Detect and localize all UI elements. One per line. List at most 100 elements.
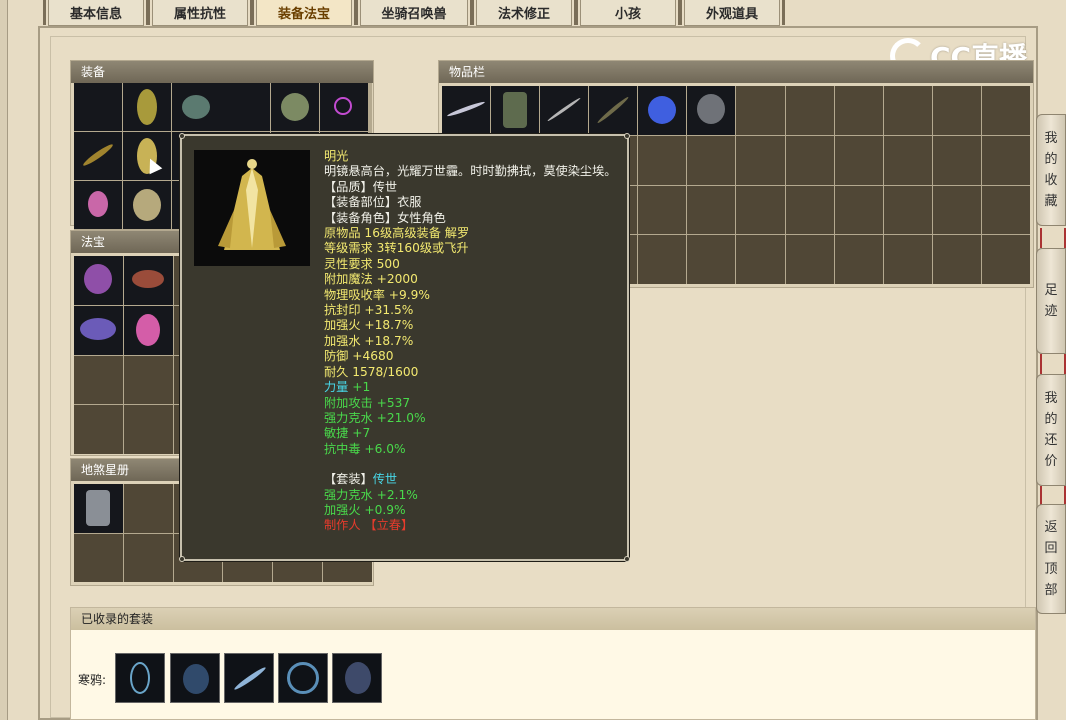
item-spirit-req: 灵性要求 500 <box>324 256 400 271</box>
item-maker: 制作人 【立春】 <box>324 518 414 533</box>
suit-item[interactable] <box>115 653 165 703</box>
inventory-slot[interactable] <box>540 86 589 135</box>
my-favorites-button[interactable]: 我的收藏 <box>1036 114 1066 226</box>
tab-child[interactable]: 小孩 <box>575 0 681 26</box>
inventory-slot[interactable] <box>736 185 785 235</box>
inventory-title: 物品栏 <box>439 61 1033 83</box>
inventory-slot[interactable] <box>932 135 981 185</box>
side-separator <box>1040 486 1066 506</box>
star-slot[interactable] <box>123 533 173 582</box>
inventory-slot[interactable] <box>834 235 883 284</box>
inventory-slot[interactable] <box>932 235 981 284</box>
tab-bar: 基本信息 属性抗性 装备法宝 坐骑召唤兽 法术修正 小孩 外观道具 <box>40 0 1040 26</box>
stat-line: 抗封印 +31.5% <box>324 303 414 318</box>
treasure-slot[interactable] <box>123 305 173 355</box>
item-role: 【装备角色】女性角色 <box>324 210 446 225</box>
inventory-slot[interactable] <box>785 185 834 235</box>
treasure-slot[interactable] <box>123 355 173 405</box>
inventory-slot[interactable] <box>491 86 540 135</box>
stat-line: 加强火 +18.7% <box>324 318 414 333</box>
treasure-slot[interactable] <box>74 305 123 355</box>
set-stat-line: 强力克水 +2.1% <box>324 487 418 502</box>
suit-item[interactable] <box>332 653 382 703</box>
inventory-slot[interactable] <box>932 86 981 135</box>
inventory-slot[interactable] <box>736 235 785 284</box>
set-line: 【套装】传世 <box>324 472 398 487</box>
suit-item[interactable] <box>278 653 328 703</box>
robe-icon <box>218 159 286 250</box>
inventory-slot[interactable] <box>442 86 491 135</box>
suits-panel: 已收录的套装 寒鸦: <box>70 607 1036 720</box>
inventory-slot[interactable] <box>883 135 932 185</box>
inventory-slot[interactable] <box>638 185 687 235</box>
equip-slot-boots[interactable] <box>123 181 171 229</box>
inventory-slot[interactable] <box>883 86 932 135</box>
inventory-slot[interactable] <box>981 135 1030 185</box>
inventory-slot[interactable] <box>687 185 736 235</box>
tooltip-corner <box>624 133 630 139</box>
equip-slot-armor[interactable] <box>123 132 171 180</box>
item-name: 明光 <box>324 149 349 163</box>
tab-attributes[interactable]: 属性抗性 <box>147 0 253 26</box>
stat-line: 物理吸收率 +9.9% <box>324 287 430 302</box>
inventory-slot[interactable] <box>785 235 834 284</box>
stat-line: 耐久 1578/1600 <box>324 364 419 379</box>
tab-mounts[interactable]: 坐骑召唤兽 <box>355 0 473 26</box>
suit-item[interactable] <box>170 653 220 703</box>
stat-line: 敏捷 +7 <box>324 426 371 441</box>
equip-slot-charm[interactable] <box>74 181 122 229</box>
inventory-slot[interactable] <box>981 235 1030 284</box>
inventory-slot[interactable] <box>589 86 638 135</box>
equip-slot-necklace[interactable] <box>172 83 270 131</box>
inventory-slot[interactable] <box>687 86 736 135</box>
equipment-title: 装备 <box>71 61 373 83</box>
equip-slot-weapon[interactable] <box>74 132 122 180</box>
inventory-slot[interactable] <box>834 135 883 185</box>
my-bargain-button[interactable]: 我的还价 <box>1036 374 1066 486</box>
stat-line: 抗中毒 +6.0% <box>324 441 406 456</box>
inventory-slot[interactable] <box>981 185 1030 235</box>
equip-slot-wing[interactable] <box>271 83 319 131</box>
inventory-slot[interactable] <box>785 135 834 185</box>
star-slot[interactable] <box>74 484 123 533</box>
item-slot: 【装备部位】衣服 <box>324 195 422 210</box>
inventory-slot[interactable] <box>785 86 834 135</box>
back-to-top-button[interactable]: 返回顶部 <box>1036 504 1066 614</box>
inventory-slot[interactable] <box>932 185 981 235</box>
inventory-slot[interactable] <box>638 235 687 284</box>
tooltip-corner <box>179 556 185 562</box>
tooltip-corner <box>179 133 185 139</box>
footprints-button[interactable]: 足迹 <box>1036 248 1066 354</box>
equip-slot-ring[interactable] <box>320 83 368 131</box>
tab-spells[interactable]: 法术修正 <box>471 0 577 26</box>
stat-line-strength: 力量 +1 <box>324 380 371 395</box>
treasure-slot[interactable] <box>123 405 173 454</box>
treasure-slot[interactable] <box>74 405 123 454</box>
tooltip-text: 明光 明镜悬高台，光耀万世霾。时时勤拂拭，莫使染尘埃。 【品质】传世 【装备部位… <box>324 149 624 534</box>
inventory-slot[interactable] <box>638 135 687 185</box>
treasure-slot[interactable] <box>123 256 173 305</box>
suits-title: 已收录的套装 <box>71 608 1035 630</box>
suit-item[interactable] <box>224 653 274 703</box>
inventory-slot[interactable] <box>687 135 736 185</box>
equip-slot-helmet[interactable] <box>123 83 171 131</box>
inventory-slot[interactable] <box>981 86 1030 135</box>
tab-basic-info[interactable]: 基本信息 <box>43 0 149 26</box>
inventory-slot[interactable] <box>638 86 687 135</box>
inventory-slot[interactable] <box>736 86 785 135</box>
inventory-slot[interactable] <box>736 135 785 185</box>
tab-equipment[interactable]: 装备法宝 <box>251 0 357 26</box>
inventory-slot[interactable] <box>834 185 883 235</box>
inventory-slot[interactable] <box>834 86 883 135</box>
inventory-slot[interactable] <box>883 185 932 235</box>
stat-line: 加强水 +18.7% <box>324 333 414 348</box>
treasure-slot[interactable] <box>74 355 123 405</box>
inventory-slot[interactable] <box>687 235 736 284</box>
tab-appearance[interactable]: 外观道具 <box>679 0 785 26</box>
star-slot[interactable] <box>123 484 173 533</box>
star-slot[interactable] <box>74 533 123 582</box>
inventory-slot[interactable] <box>883 235 932 284</box>
treasure-slot[interactable] <box>74 256 123 305</box>
stat-line: 防御 +4680 <box>324 349 394 364</box>
